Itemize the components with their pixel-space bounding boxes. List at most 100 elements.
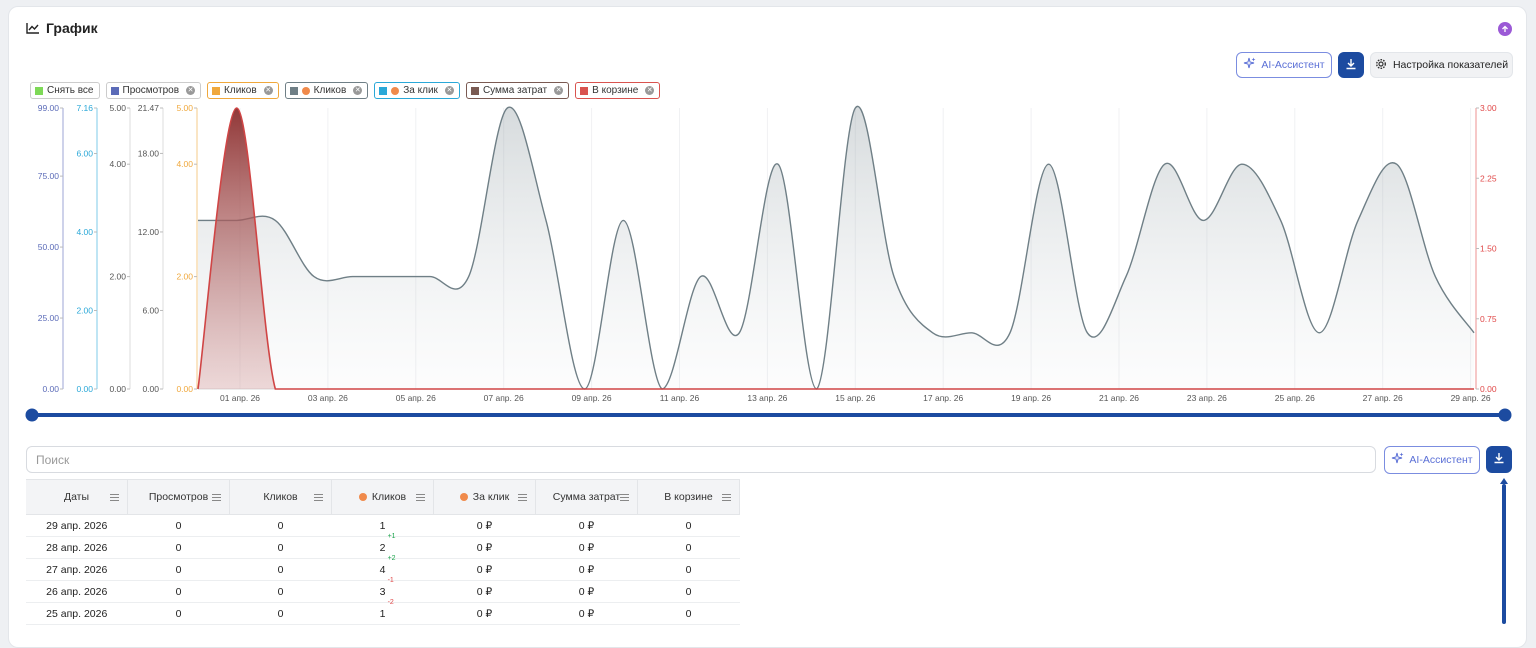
remove-icon[interactable]: ✕: [263, 86, 273, 95]
legend-item-clicks-marked[interactable]: Кликов ✕: [284, 82, 369, 99]
download-icon: [1345, 58, 1357, 73]
cell-per-click: 0 ₽: [433, 536, 536, 559]
y-tick-label: 4.00: [109, 159, 126, 169]
ai-assistant-button[interactable]: AI-Ассистент: [1236, 52, 1332, 78]
y-tick-label: 5.00: [109, 103, 126, 113]
change-badge: -2: [387, 599, 394, 606]
y-tick-label: 0.00: [42, 384, 59, 394]
legend-item-views[interactable]: Просмотров ✕: [105, 82, 202, 99]
legend-swatch: [379, 86, 388, 95]
legend-item-cost[interactable]: Сумма затрат ✕: [465, 82, 570, 99]
table-download-button[interactable]: [1486, 446, 1512, 473]
column-menu-icon[interactable]: [212, 492, 221, 501]
table-row[interactable]: 28 апр. 2026 0 0 2 +1 0 ₽ 0 ₽ 0: [26, 533, 740, 559]
column-header-cost[interactable]: Сумма затрат: [535, 479, 638, 515]
cell-views: 0: [127, 558, 230, 581]
column-header-label: Сумма затрат: [552, 491, 621, 503]
range-handle-start[interactable]: [25, 408, 39, 422]
cell-clicks: 0: [229, 536, 332, 559]
cell-per-click: 0 ₽: [433, 558, 536, 581]
search-input[interactable]: [26, 446, 1376, 473]
y-tick-label: 75.00: [38, 171, 60, 181]
change-badge: +1: [387, 533, 396, 540]
remove-icon[interactable]: ✕: [444, 86, 454, 95]
column-menu-icon[interactable]: [518, 492, 527, 501]
range-handle-end[interactable]: [1498, 408, 1512, 422]
column-menu-icon[interactable]: [110, 492, 119, 501]
y-tick-label: 0.00: [76, 384, 93, 394]
download-button[interactable]: [1338, 52, 1364, 78]
table-row[interactable]: 25 апр. 2026 0 0 1 -2 0 ₽ 0 ₽ 0: [26, 599, 740, 625]
column-header-cart[interactable]: В корзине: [637, 479, 740, 515]
legend-swatch: [289, 86, 298, 95]
chart-legend: Снять все Просмотров ✕ Кликов ✕ Кликов ✕…: [30, 82, 661, 99]
column-menu-icon[interactable]: [620, 492, 629, 501]
remove-icon[interactable]: ✕: [186, 86, 196, 95]
metrics-settings-button[interactable]: Настройка показателей: [1370, 52, 1513, 78]
y-tick-label: 2.00: [109, 272, 126, 282]
change-badge: -1: [387, 577, 394, 584]
legend-swatch: [110, 86, 119, 95]
column-header-per-click[interactable]: За клик: [433, 479, 536, 515]
cell-value: 2: [379, 541, 386, 554]
cell-cart: 0: [637, 558, 740, 581]
column-menu-icon[interactable]: [314, 492, 323, 501]
y-tick-label: 2.00: [76, 306, 93, 316]
chart-series: [197, 105, 1475, 390]
table-ai-assistant-button[interactable]: AI-Ассистент: [1384, 446, 1480, 474]
cell-clicks-marked: 4 +2: [331, 555, 434, 581]
cell-views: 0: [127, 514, 230, 537]
column-header-dates[interactable]: Даты: [26, 479, 128, 515]
cell-cart: 0: [637, 602, 740, 625]
column-menu-icon[interactable]: [722, 492, 731, 501]
cell-date: 25 апр. 2026: [26, 602, 128, 625]
range-slider[interactable]: [25, 408, 1512, 422]
legend-swatch: [35, 86, 43, 95]
table-row[interactable]: 29 апр. 2026 0 0 1 0 ₽ 0 ₽ 0: [26, 514, 740, 537]
column-header-label: В корзине: [664, 491, 713, 503]
legend-deselect-all-label: Снять все: [47, 85, 94, 96]
sparkle-icon: [1391, 452, 1404, 468]
x-tick-label: 25 апр. 26: [1275, 393, 1315, 403]
x-tick-label: 19 апр. 26: [1011, 393, 1051, 403]
table-row[interactable]: 26 апр. 2026 0 0 3 -1 0 ₽ 0 ₽ 0: [26, 577, 740, 603]
remove-icon[interactable]: ✕: [554, 86, 564, 95]
cell-clicks: 0: [229, 602, 332, 625]
remove-icon[interactable]: ✕: [353, 86, 363, 95]
y-tick-label: 5.00: [176, 103, 193, 113]
line-chart: 99.00 75.00 50.00 25.00 0.00 7.16 6.00 4.00 2.00…: [25, 103, 1512, 422]
y-tick-label: 25.00: [38, 313, 60, 323]
cell-value: 1: [379, 607, 386, 620]
cell-date: 26 апр. 2026: [26, 580, 128, 603]
column-header-clicks[interactable]: Кликов: [229, 479, 332, 515]
legend-item-cart[interactable]: В корзине ✕: [575, 82, 661, 99]
x-tick-label: 29 апр. 26: [1451, 393, 1491, 403]
y-tick-label: 2.25: [1480, 173, 1497, 183]
cell-clicks-marked: 3 -1: [331, 577, 434, 603]
cell-date: 28 апр. 2026: [26, 536, 128, 559]
cell-value: 4: [379, 563, 386, 576]
column-header-views[interactable]: Просмотров: [127, 479, 230, 515]
legend-deselect-all[interactable]: Снять все: [30, 82, 100, 99]
collapse-up-icon[interactable]: [1498, 22, 1512, 36]
cell-cost: 0 ₽: [535, 558, 638, 581]
table-row[interactable]: 27 апр. 2026 0 0 4 +2 0 ₽ 0 ₽ 0: [26, 555, 740, 581]
y-tick-label: 7.16: [76, 103, 93, 113]
y-tick-label: 4.00: [76, 227, 93, 237]
column-header-label: Кликов: [263, 491, 298, 503]
legend-label: Сумма затрат: [482, 85, 548, 96]
legend-item-per-click[interactable]: За клик ✕: [374, 82, 460, 99]
x-tick-label: 07 апр. 26: [484, 393, 524, 403]
column-menu-icon[interactable]: [416, 492, 425, 501]
column-header-clicks-marked[interactable]: Кликов: [331, 479, 434, 515]
column-header-label: За клик: [472, 491, 510, 503]
remove-icon[interactable]: ✕: [645, 86, 655, 95]
sparkle-icon: [1243, 57, 1256, 73]
cell-cost: 0 ₽: [535, 580, 638, 603]
legend-item-clicks[interactable]: Кликов ✕: [207, 82, 279, 99]
cell-cost: 0 ₽: [535, 514, 638, 537]
line-chart-icon: [26, 22, 40, 34]
cell-clicks-marked: 1: [331, 514, 434, 537]
column-header-label: Даты: [63, 491, 90, 503]
vertical-scrollbar[interactable]: [1502, 484, 1506, 624]
